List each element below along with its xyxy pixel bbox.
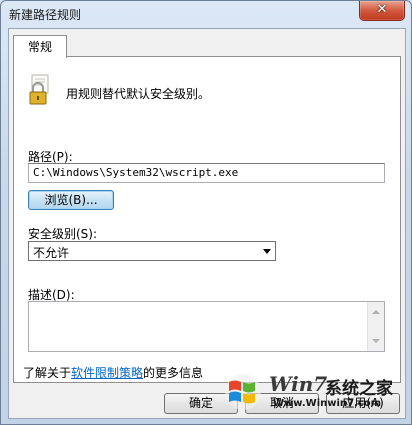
security-level-label: 安全级别(S): xyxy=(28,227,98,241)
title-bar: 新建路径规则 ✕ xyxy=(1,1,411,27)
watermark-brand: Win7 xyxy=(269,372,328,396)
tab-general[interactable]: 常规 xyxy=(13,35,67,58)
windows-logo-icon xyxy=(225,374,261,410)
learn-more-suffix: 的更多信息 xyxy=(143,366,204,380)
scroll-up-icon[interactable] xyxy=(372,310,380,314)
lock-icon xyxy=(29,74,49,105)
path-input[interactable]: C:\Windows\System32\wscript.exe xyxy=(28,163,385,183)
learn-more-prefix: 了解关于 xyxy=(23,366,72,380)
window-title: 新建路径规则 xyxy=(9,8,82,22)
rule-description-text: 用规则替代默认安全级别。 xyxy=(66,87,211,101)
close-icon: ✕ xyxy=(376,2,388,17)
close-button[interactable]: ✕ xyxy=(359,1,405,21)
watermark-url: Www.Winwin7.com xyxy=(273,398,382,409)
general-panel: 用规则替代默认安全级别。 路径(P): C:\Windows\System32\… xyxy=(13,56,401,383)
dialog-body: 常规 用规则替代默认安全级别。 路径(P): C:\Windows\System… xyxy=(8,28,406,419)
security-level-value: 不允许 xyxy=(33,246,70,260)
site-watermark: Win7 系统之家 Www.Winwin7.com xyxy=(217,368,407,416)
learn-more-line: 了解关于软件限制策略的更多信息 xyxy=(23,364,203,381)
description-scrollbar[interactable] xyxy=(367,302,384,351)
browse-button[interactable]: 浏览(B)... xyxy=(28,190,114,210)
new-path-rule-dialog: 新建路径规则 ✕ 常规 用规则替代默认安全级别。 路径(P): C:\Windo… xyxy=(0,0,412,425)
watermark-brand-cn: 系统之家 xyxy=(325,379,393,399)
scroll-down-icon[interactable] xyxy=(372,339,380,343)
chevron-down-icon xyxy=(263,249,271,254)
security-level-select[interactable]: 不允许 xyxy=(28,241,276,261)
description-textarea[interactable] xyxy=(28,301,385,352)
software-restriction-policy-link[interactable]: 软件限制策略 xyxy=(71,366,143,380)
